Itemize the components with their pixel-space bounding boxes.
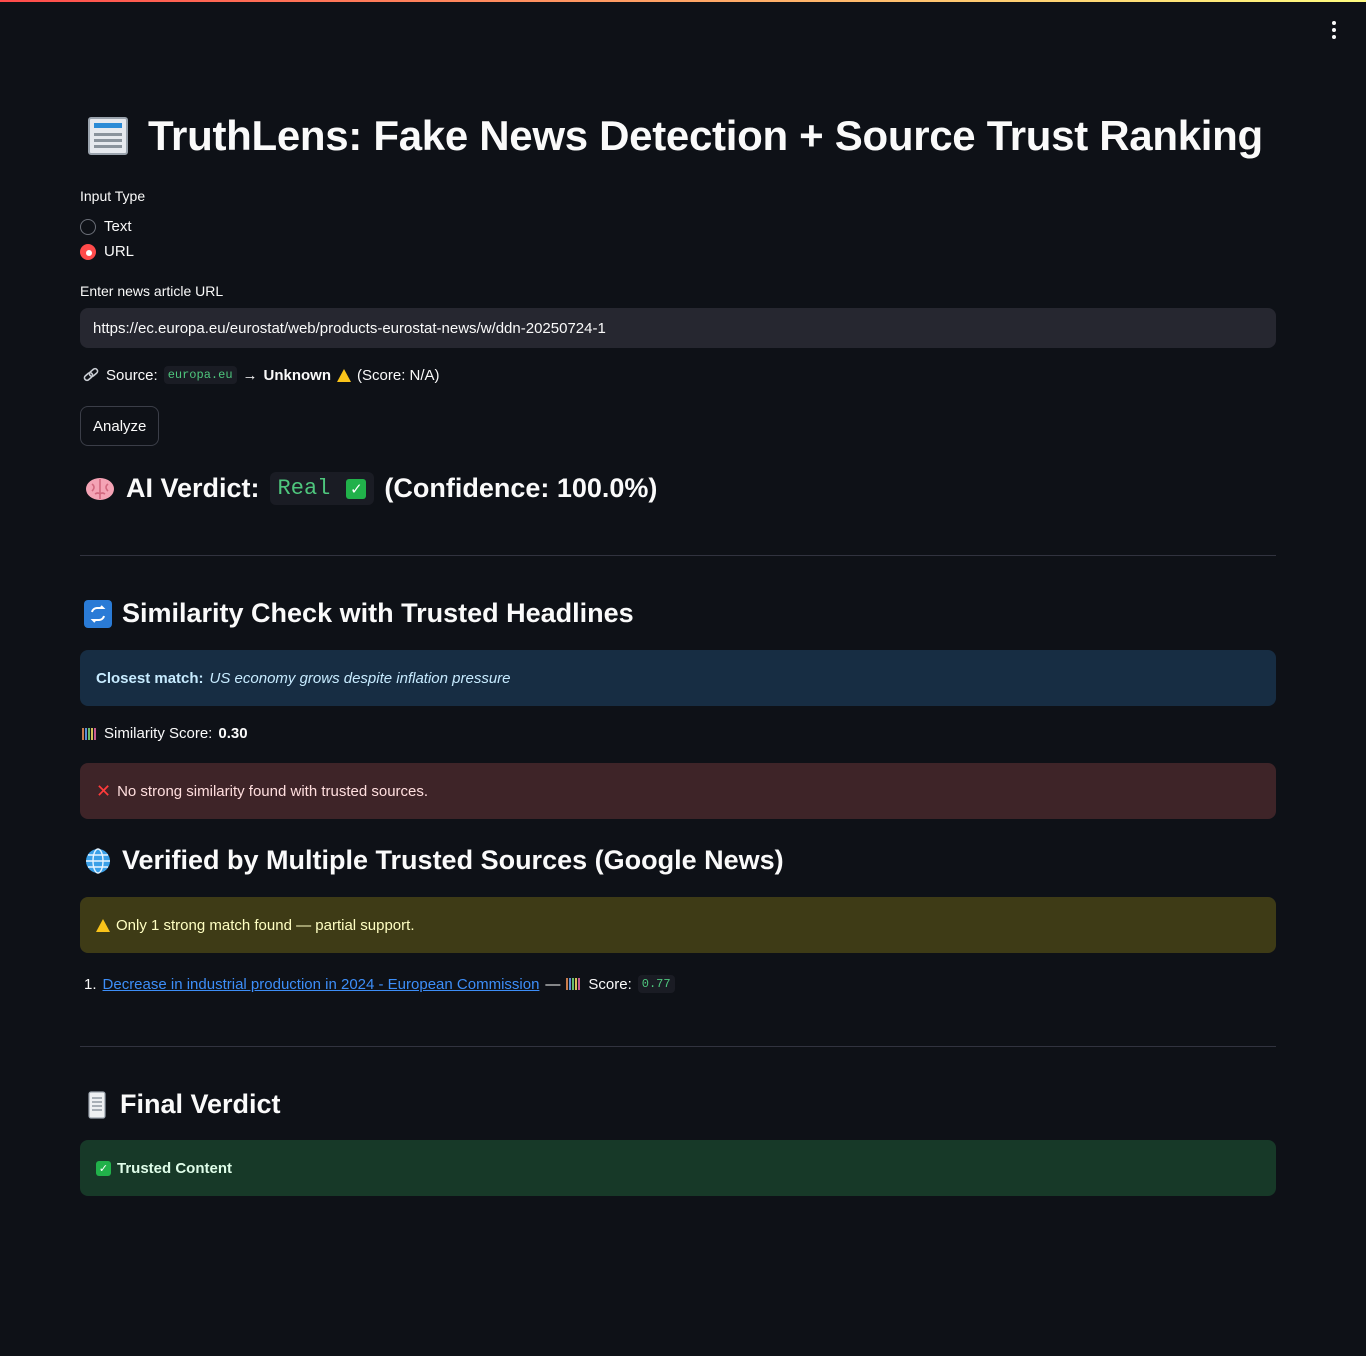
radio-button-selected[interactable] [80, 243, 96, 260]
scroll-icon [88, 1090, 106, 1119]
final-verdict-heading-text: Final Verdict [120, 1089, 281, 1119]
warning-icon [337, 368, 352, 382]
ai-verdict-heading: AI Verdict: Real ✓ (Confidence: 100.0%) [84, 472, 657, 505]
source-result-link[interactable]: Decrease in industrial production in 202… [103, 976, 540, 993]
source-info: Source: europa.eu → Unknown (Score: N/A) [82, 366, 440, 384]
main-menu-icon[interactable] [1324, 18, 1344, 42]
closest-match-alert: Closest match: US economy grows despite … [80, 650, 1276, 706]
radio-label: URL [104, 243, 135, 260]
divider [80, 1046, 1276, 1047]
radio-button[interactable] [80, 218, 96, 235]
partial-support-text: Only 1 strong match found — partial supp… [116, 916, 415, 934]
page-title-text: TruthLens: Fake News Detection + Source … [148, 112, 1263, 159]
result-score-value: 0.77 [637, 975, 675, 993]
no-similarity-text: No strong similarity found with trusted … [117, 782, 429, 800]
result-score-label: Score: [588, 975, 632, 993]
partial-support-alert: Only 1 strong match found — partial supp… [80, 897, 1276, 953]
verdict-confidence: (Confidence: 100.0%) [384, 473, 658, 503]
check-icon: ✓ [96, 1160, 111, 1176]
list-index: 1. [84, 975, 97, 993]
ai-verdict-label: AI Verdict: [126, 473, 260, 503]
newspaper-icon [84, 113, 132, 159]
similarity-score-value: 0.30 [218, 725, 248, 742]
no-similarity-alert: ✕ No strong similarity found with truste… [80, 763, 1276, 819]
top-decoration-bar [0, 0, 1366, 2]
page-title: TruthLens: Fake News Detection + Source … [84, 112, 1263, 160]
globe-icon [86, 847, 110, 874]
closest-match-text: US economy grows despite inflation press… [209, 669, 511, 687]
bar-chart-icon [82, 727, 98, 740]
final-verdict-result: Trusted Content [117, 1159, 232, 1177]
arrow-icon: → [242, 366, 258, 384]
source-score: (Score: N/A) [357, 366, 440, 384]
em-dash: — [545, 975, 561, 993]
source-trust-label: Unknown [263, 366, 332, 384]
check-icon: ✓ [346, 478, 367, 499]
similarity-heading: Similarity Check with Trusted Headlines [84, 598, 634, 629]
radio-label: Text [104, 218, 132, 235]
analyze-button[interactable]: Analyze [80, 406, 160, 446]
divider [80, 555, 1276, 556]
similarity-score: Similarity Score: 0.30 [82, 725, 248, 742]
link-icon [83, 367, 99, 382]
final-verdict-alert: ✓ Trusted Content [80, 1140, 1276, 1196]
similarity-heading-text: Similarity Check with Trusted Headlines [122, 598, 634, 628]
verdict-value: Real [277, 476, 331, 501]
radio-option-url[interactable]: URL [80, 243, 134, 260]
closest-match-label: Closest match: [96, 669, 204, 687]
url-input[interactable] [80, 308, 1276, 348]
bar-chart-icon [566, 978, 582, 990]
list-item: 1. Decrease in industrial production in … [84, 975, 675, 993]
source-prefix: Source: [106, 366, 158, 384]
radio-option-text[interactable]: Text [80, 218, 132, 235]
repeat-icon [84, 599, 112, 628]
source-domain: europa.eu [163, 366, 237, 384]
warning-icon [96, 918, 110, 932]
verdict-badge: Real ✓ [269, 472, 375, 505]
verified-heading: Verified by Multiple Trusted Sources (Go… [84, 845, 784, 876]
cross-icon: ✕ [96, 780, 112, 802]
verified-heading-text: Verified by Multiple Trusted Sources (Go… [122, 845, 784, 875]
final-verdict-heading: Final Verdict [84, 1089, 281, 1120]
brain-icon [86, 477, 114, 500]
url-input-label: Enter news article URL [80, 283, 224, 299]
similarity-score-label: Similarity Score: [104, 725, 213, 742]
input-type-label: Input Type [80, 188, 146, 204]
